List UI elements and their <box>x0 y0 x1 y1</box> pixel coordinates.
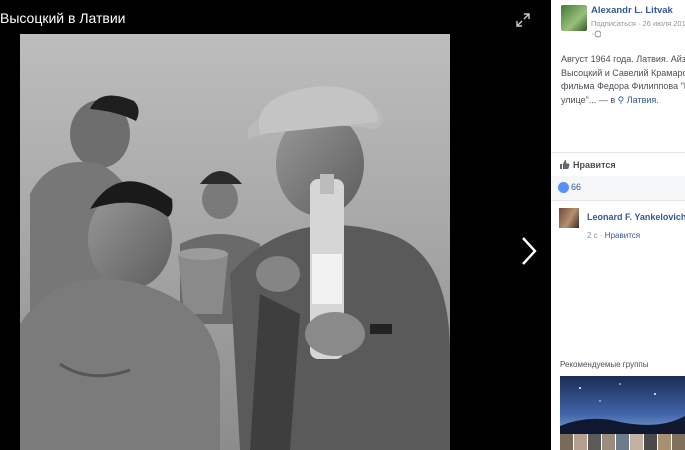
comment-like-action[interactable]: Нравится <box>605 231 640 240</box>
divider <box>551 200 685 201</box>
description-line: фильма Федора Филиппова "На <box>561 81 685 91</box>
next-photo-icon[interactable] <box>520 236 538 266</box>
comment-author[interactable]: Leonard F. Yankelovich С <box>587 212 685 222</box>
description-line-last: улице"... — в ⚲ Латвия. <box>561 94 685 108</box>
photo-title: Высоцкий в Латвии <box>0 10 126 26</box>
post-date[interactable]: 26 июля 2016 <box>643 19 685 28</box>
subscribe-link[interactable]: Подписаться <box>591 19 636 28</box>
thumbs-up-icon <box>560 160 570 169</box>
member-avatar[interactable] <box>672 434 685 450</box>
post-description: Август 1964 года. Латвия. Айзе Высоцкий … <box>561 53 685 107</box>
post-author[interactable]: Alexandr L. Litvak <box>591 5 673 16</box>
like-count[interactable]: 66 <box>571 182 581 192</box>
like-button[interactable]: Нравится <box>559 159 616 170</box>
comment-time[interactable]: 2 с <box>587 231 598 240</box>
member-avatar[interactable] <box>616 434 629 450</box>
comment-meta: 2 с · Нравится <box>587 231 640 240</box>
globe-icon: · <box>591 30 601 39</box>
member-avatar[interactable] <box>630 434 643 450</box>
reactions-bar: 66 <box>551 176 685 200</box>
like-reaction-icon <box>558 182 569 193</box>
post-panel: Alexandr L. Litvak Подписаться · 26 июля… <box>551 0 685 450</box>
divider <box>551 152 685 153</box>
description-line: улице"... — в <box>561 94 616 105</box>
photo-viewer: Высоцкий в Латвии <box>0 0 551 450</box>
photo-image <box>20 34 450 450</box>
description-line: Август 1964 года. Латвия. Айзе <box>561 54 685 64</box>
expand-icon[interactable] <box>516 13 530 27</box>
group-members-strip <box>560 434 685 450</box>
photo[interactable] <box>20 34 450 450</box>
member-avatar[interactable] <box>574 434 587 450</box>
author-avatar[interactable] <box>561 5 587 31</box>
suggested-groups-title: Рекомендуемые группы <box>560 360 649 369</box>
description-line: Высоцкий и Савелий Крамаров <box>561 67 685 78</box>
location-pin-icon: ⚲ <box>617 94 625 105</box>
member-avatar[interactable] <box>658 434 671 450</box>
group-cover-graphic <box>560 383 685 434</box>
member-avatar[interactable] <box>644 434 657 450</box>
group-cover-image[interactable] <box>560 376 685 434</box>
like-button-label: Нравится <box>573 160 616 170</box>
member-avatar[interactable] <box>560 434 573 450</box>
commenter-avatar[interactable] <box>559 208 579 228</box>
location-link[interactable]: Латвия. <box>627 95 659 105</box>
svg-text:·: · <box>591 30 594 39</box>
member-avatar[interactable] <box>588 434 601 450</box>
member-avatar[interactable] <box>602 434 615 450</box>
post-meta: Подписаться · 26 июля 2016 <box>591 19 685 28</box>
